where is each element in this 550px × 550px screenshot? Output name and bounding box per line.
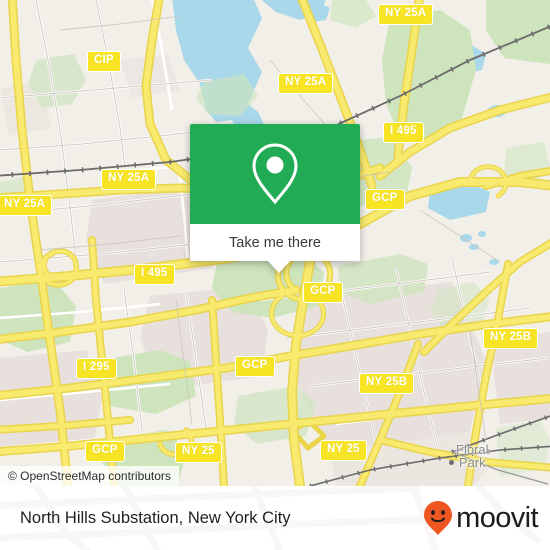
map-canvas[interactable]: CIP NY 25A NY 25A I 495 GCP NY 25A NY 25A I 495…	[0, 0, 550, 486]
road-shield: CIP	[87, 51, 121, 72]
road-shield: GCP	[365, 189, 405, 210]
moovit-smiley-pin-icon	[424, 501, 453, 535]
popup-header	[190, 124, 360, 224]
road-shield: GCP	[303, 282, 343, 303]
road-shield: NY 25A	[101, 169, 157, 190]
road-shield: NY 25A	[278, 73, 334, 94]
page-title: North Hills Substation, New York City	[20, 508, 291, 527]
road-shield: NY 25B	[483, 328, 539, 349]
map-attribution[interactable]: © OpenStreetMap contributors	[0, 466, 179, 486]
road-shield: NY 25A	[378, 4, 434, 25]
moovit-wordmark: moovit	[456, 501, 538, 534]
place-marker-dot	[449, 460, 454, 465]
footer-bar: North Hills Substation, New York City mo…	[0, 486, 550, 550]
road-shield: NY 25	[320, 440, 367, 461]
popup-action-bar[interactable]: Take me there	[190, 224, 360, 261]
popup-pointer-tail	[267, 260, 291, 273]
moovit-brand[interactable]: moovit	[422, 500, 539, 536]
take-me-there-label: Take me there	[229, 234, 321, 251]
road-shield: GCP	[85, 441, 125, 462]
popup-body: Take me there	[190, 124, 360, 261]
map-pin-icon	[252, 143, 298, 205]
location-popup-card[interactable]: Take me there	[190, 124, 360, 273]
road-shield: GCP	[235, 356, 275, 377]
road-shield: I 495	[134, 264, 175, 285]
road-shield: I 295	[76, 358, 117, 379]
road-shield: NY 25	[175, 442, 222, 463]
road-shield: I 495	[383, 122, 424, 143]
road-shield: NY 25B	[359, 373, 415, 394]
map-screenshot-page: CIP NY 25A NY 25A I 495 GCP NY 25A NY 25A I 495…	[0, 0, 550, 550]
road-shield: NY 25A	[0, 195, 53, 216]
place-label: Floral Park	[456, 442, 489, 470]
